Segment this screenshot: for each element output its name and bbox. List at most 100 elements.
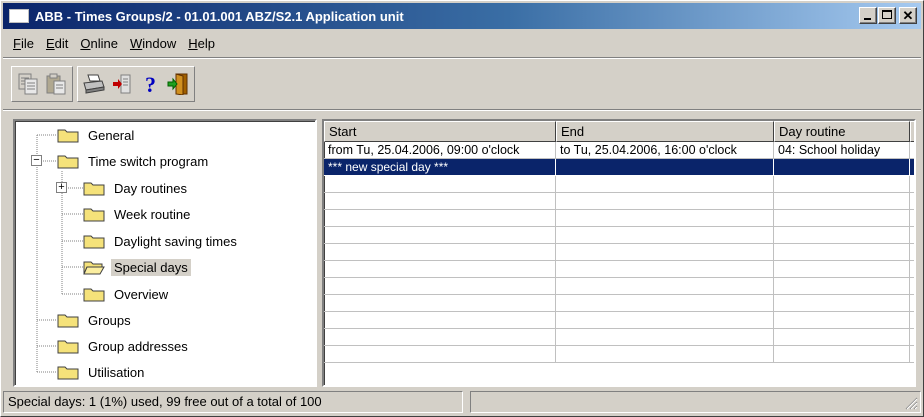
tree-item-group-addresses[interactable]: Group addresses xyxy=(57,335,191,357)
table-cell[interactable] xyxy=(556,278,774,295)
table-cell[interactable] xyxy=(324,176,556,193)
table-row[interactable] xyxy=(324,278,914,295)
title-bar[interactable]: ABB - Times Groups/2 - 01.01.001 ABZ/S2.… xyxy=(3,3,921,29)
table-cell[interactable]: *** new special day *** xyxy=(324,159,556,176)
table-cell[interactable] xyxy=(556,193,774,210)
expander-day-routines[interactable]: + xyxy=(56,182,67,193)
print-button[interactable] xyxy=(80,69,108,99)
table-cell[interactable] xyxy=(774,227,910,244)
table-cell[interactable] xyxy=(774,295,910,312)
table-cell[interactable] xyxy=(556,346,774,363)
table-cell[interactable] xyxy=(324,329,556,346)
help-button[interactable]: ? xyxy=(136,69,164,99)
table-cell xyxy=(910,295,914,312)
table-cell[interactable] xyxy=(774,261,910,278)
tree-item-week-routine[interactable]: Week routine xyxy=(83,203,193,225)
menu-online[interactable]: Online xyxy=(74,34,124,53)
table-row[interactable] xyxy=(324,346,914,363)
tree-item-daylight-saving-times[interactable]: Daylight saving times xyxy=(83,230,240,252)
table-row[interactable]: from Tu, 25.04.2006, 09:00 o'clock to Tu,… xyxy=(324,142,914,159)
tree-item-special-days[interactable]: Special days xyxy=(83,256,191,278)
table-row[interactable] xyxy=(324,312,914,329)
table-cell[interactable] xyxy=(324,193,556,210)
table-cell[interactable] xyxy=(324,312,556,329)
column-header-day-routine[interactable]: Day routine xyxy=(774,121,910,142)
special-days-grid[interactable]: Start End Day routine from Tu, 25.04.200… xyxy=(322,119,916,387)
paste-button[interactable] xyxy=(42,69,70,99)
column-header-end[interactable]: End xyxy=(556,121,774,142)
table-row[interactable] xyxy=(324,193,914,210)
paste-icon xyxy=(46,73,66,95)
column-header-start[interactable]: Start xyxy=(324,121,556,142)
table-cell[interactable] xyxy=(774,176,910,193)
tree-item-general[interactable]: General xyxy=(57,124,137,146)
table-cell[interactable] xyxy=(774,346,910,363)
table-cell[interactable]: from Tu, 25.04.2006, 09:00 o'clock xyxy=(324,142,556,159)
exit-button[interactable] xyxy=(164,69,192,99)
tree-item-overview[interactable]: Overview xyxy=(83,283,171,305)
table-cell[interactable] xyxy=(774,244,910,261)
close-button[interactable]: ✕ xyxy=(899,7,917,24)
navigation-tree[interactable]: − + General Time switch program Day rout… xyxy=(13,119,317,387)
table-cell[interactable] xyxy=(324,295,556,312)
table-cell[interactable] xyxy=(774,329,910,346)
table-cell[interactable] xyxy=(324,346,556,363)
menu-online-label: nline xyxy=(90,35,118,51)
table-cell[interactable] xyxy=(556,210,774,227)
table-cell[interactable] xyxy=(556,261,774,278)
table-cell[interactable] xyxy=(774,278,910,295)
menu-file[interactable]: File xyxy=(7,34,40,53)
table-row[interactable] xyxy=(324,261,914,278)
table-cell[interactable] xyxy=(556,159,774,176)
tree-item-time-switch-program[interactable]: Time switch program xyxy=(57,150,211,172)
tree-item-day-routines[interactable]: Day routines xyxy=(83,177,190,199)
app-icon xyxy=(9,9,29,23)
table-row[interactable]: *** new special day *** xyxy=(324,159,914,176)
table-cell[interactable] xyxy=(324,244,556,261)
tree-label: Day routines xyxy=(114,180,187,196)
menu-window[interactable]: Window xyxy=(124,34,182,53)
expander-time-switch-program[interactable]: − xyxy=(31,155,42,166)
table-cell[interactable] xyxy=(556,176,774,193)
copy-button[interactable] xyxy=(14,69,42,99)
toolbar-group-clipboard xyxy=(11,66,73,102)
table-cell[interactable] xyxy=(774,159,910,176)
minimize-icon xyxy=(864,18,871,20)
table-row[interactable] xyxy=(324,176,914,193)
folder-icon xyxy=(57,314,79,328)
table-row[interactable] xyxy=(324,329,914,346)
tree-label: Time switch program xyxy=(88,153,209,169)
table-cell[interactable] xyxy=(556,329,774,346)
grid-header: Start End Day routine xyxy=(324,121,914,142)
menu-edit[interactable]: Edit xyxy=(40,34,74,53)
table-cell xyxy=(910,244,914,261)
table-cell[interactable] xyxy=(774,193,910,210)
table-cell[interactable] xyxy=(324,261,556,278)
tree-label: Special days xyxy=(111,258,191,276)
menu-help[interactable]: Help xyxy=(182,34,221,53)
table-cell[interactable] xyxy=(324,227,556,244)
table-row[interactable] xyxy=(324,210,914,227)
resize-grip-icon[interactable] xyxy=(904,396,918,410)
table-row[interactable] xyxy=(324,227,914,244)
table-cell[interactable] xyxy=(324,210,556,227)
table-row[interactable] xyxy=(324,244,914,261)
table-cell xyxy=(910,227,914,244)
table-cell[interactable]: 04: School holiday xyxy=(774,142,910,159)
tree-label: Overview xyxy=(114,286,169,302)
tree-item-groups[interactable]: Groups xyxy=(57,309,134,331)
help-icon: ? xyxy=(145,73,156,95)
maximize-button[interactable] xyxy=(878,7,896,24)
table-cell[interactable] xyxy=(774,312,910,329)
table-cell[interactable] xyxy=(556,295,774,312)
tree-item-utilisation[interactable]: Utilisation xyxy=(57,361,147,383)
table-row[interactable] xyxy=(324,295,914,312)
table-cell[interactable] xyxy=(556,227,774,244)
import-button[interactable] xyxy=(108,69,136,99)
table-cell[interactable] xyxy=(774,210,910,227)
table-cell[interactable] xyxy=(324,278,556,295)
table-cell[interactable] xyxy=(556,312,774,329)
table-cell[interactable]: to Tu, 25.04.2006, 16:00 o'clock xyxy=(556,142,774,159)
minimize-button[interactable] xyxy=(859,7,877,24)
table-cell[interactable] xyxy=(556,244,774,261)
